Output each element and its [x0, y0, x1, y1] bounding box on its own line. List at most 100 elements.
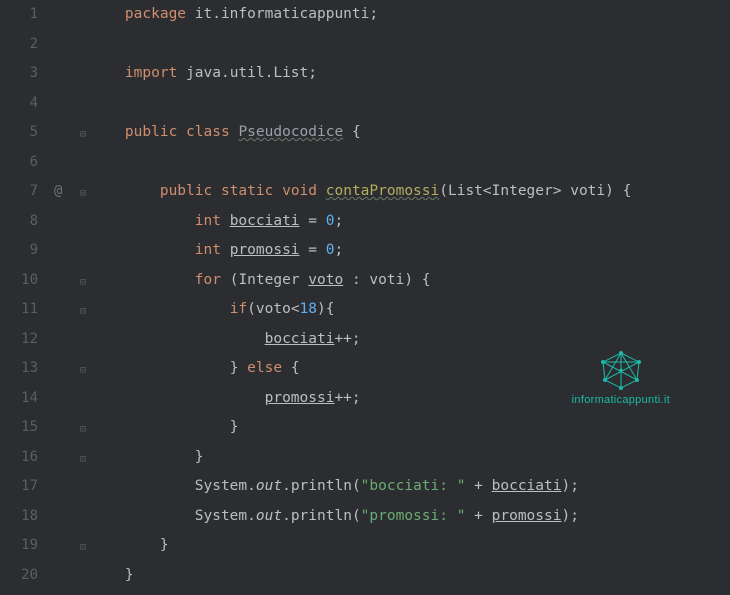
token-op: : [352, 272, 361, 288]
code-line[interactable]: public static void contaPromossi(List<In… [90, 177, 730, 207]
line-number: 4 [0, 89, 38, 119]
token-text [465, 478, 474, 494]
fold-toggle-icon[interactable]: ⊟ [80, 179, 86, 209]
token-text [186, 6, 195, 22]
token-text [343, 124, 352, 140]
token-punct: } [125, 567, 134, 583]
token-punct: ) [605, 183, 614, 199]
code-line[interactable]: if(voto<18){ [90, 295, 730, 325]
code-line[interactable] [90, 89, 730, 119]
token-type: System [195, 508, 247, 524]
code-line[interactable] [90, 148, 730, 178]
token-text [212, 183, 221, 199]
token-op: + [474, 478, 483, 494]
line-number: 17 [0, 472, 38, 502]
code-area[interactable]: informaticappunti.it package it.informat… [90, 0, 730, 595]
token-text [282, 360, 291, 376]
code-editor: 1234567891011121314151617181920 ⊟@⊟⊟⊟⊟⊡⊡… [0, 0, 730, 595]
token-kw: int [195, 242, 221, 258]
token-kw: int [195, 213, 221, 229]
fold-toggle-icon[interactable]: ⊟ [80, 268, 86, 298]
token-text [177, 65, 186, 81]
fold-toggle-icon[interactable]: ⊟ [80, 120, 86, 150]
token-kw: void [282, 183, 317, 199]
token-kw: static [221, 183, 273, 199]
token-field: out [256, 478, 282, 494]
gutter-icon-row [48, 472, 90, 502]
token-text [90, 65, 125, 81]
token-text [90, 331, 265, 347]
code-line[interactable]: promossi++; [90, 384, 730, 414]
line-number: 7 [0, 177, 38, 207]
token-text [317, 183, 326, 199]
token-pkg: it.informaticappunti [195, 6, 370, 22]
fold-toggle-icon[interactable]: ⊟ [80, 356, 86, 386]
line-number: 13 [0, 354, 38, 384]
code-line[interactable]: } [90, 531, 730, 561]
token-text [614, 183, 623, 199]
token-underl: promossi [265, 390, 335, 406]
code-line[interactable]: System.out.println("bocciati: " + boccia… [90, 472, 730, 502]
code-line[interactable]: System.out.println("promossi: " + promos… [90, 502, 730, 532]
token-text [465, 508, 474, 524]
token-kw: package [125, 6, 186, 22]
fold-toggle-icon[interactable]: ⊡ [80, 415, 86, 445]
token-text [177, 124, 186, 140]
token-punct: { [422, 272, 431, 288]
gutter-icon-row [48, 561, 90, 591]
code-line[interactable]: int promossi = 0; [90, 236, 730, 266]
code-line[interactable]: package it.informaticappunti; [90, 0, 730, 30]
token-punct: ) [404, 272, 413, 288]
fold-toggle-icon[interactable]: ⊟ [80, 297, 86, 327]
code-line[interactable]: public class Pseudocodice { [90, 118, 730, 148]
code-line[interactable]: } else { [90, 354, 730, 384]
token-pkg: java.util.List [186, 65, 308, 81]
token-text [273, 183, 282, 199]
gutter-icon-row: ⊟ [48, 118, 90, 148]
code-line[interactable] [90, 30, 730, 60]
token-text [90, 6, 125, 22]
token-text [90, 419, 230, 435]
token-text [221, 272, 230, 288]
line-number: 8 [0, 207, 38, 237]
gutter-icon-row [48, 207, 90, 237]
token-text [300, 272, 309, 288]
line-number: 15 [0, 413, 38, 443]
gutter-icon-row [48, 89, 90, 119]
line-number: 11 [0, 295, 38, 325]
token-text [483, 508, 492, 524]
code-line[interactable]: import java.util.List; [90, 59, 730, 89]
code-line[interactable]: } [90, 561, 730, 591]
code-line[interactable]: } [90, 443, 730, 473]
token-underl: promossi [230, 242, 300, 258]
fold-toggle-icon[interactable]: ⊡ [80, 445, 86, 475]
token-text [221, 242, 230, 258]
token-text: voti [361, 272, 405, 288]
code-line[interactable]: int bocciati = 0; [90, 207, 730, 237]
line-number: 1 [0, 0, 38, 30]
token-text [90, 301, 230, 317]
line-number: 12 [0, 325, 38, 355]
line-number: 18 [0, 502, 38, 532]
token-text [90, 124, 125, 140]
token-punct: < [483, 183, 492, 199]
line-number: 5 [0, 118, 38, 148]
fold-toggle-icon[interactable]: ⊡ [80, 533, 86, 563]
token-punct: ; [369, 6, 378, 22]
gutter-icon-row [48, 384, 90, 414]
code-line[interactable]: for (Integer voto : voti) { [90, 266, 730, 296]
token-method: contaPromossi [326, 183, 440, 199]
token-op: + [474, 508, 483, 524]
token-num: 18 [300, 301, 317, 317]
token-text [300, 242, 309, 258]
token-punct: { [291, 360, 300, 376]
line-number: 16 [0, 443, 38, 473]
code-line[interactable]: } [90, 413, 730, 443]
token-kw: class [186, 124, 230, 140]
token-text [90, 537, 160, 553]
override-icon[interactable]: @ [54, 177, 62, 207]
token-field: out [256, 508, 282, 524]
code-line[interactable]: bocciati++; [90, 325, 730, 355]
token-punct: . [282, 508, 291, 524]
gutter-icon-row [48, 148, 90, 178]
